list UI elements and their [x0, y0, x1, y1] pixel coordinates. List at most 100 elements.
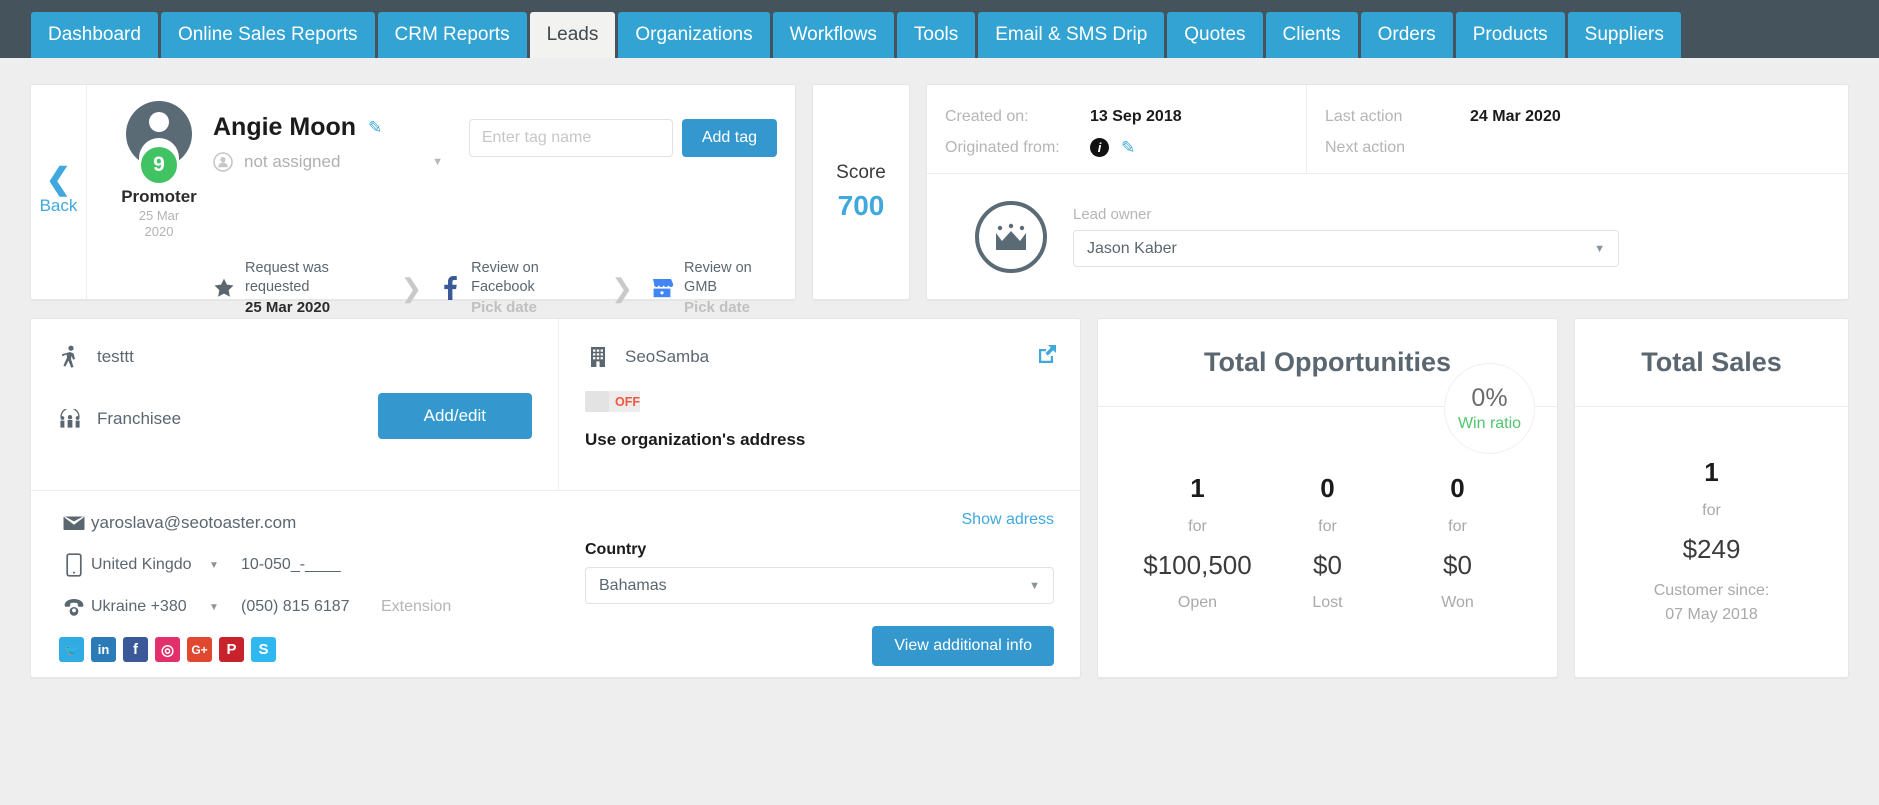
- landline-number-value[interactable]: (050) 815 6187: [241, 598, 381, 616]
- instagram-icon[interactable]: ◎: [155, 637, 180, 662]
- review-item[interactable]: Request was requested 25 Mar 2020: [213, 259, 383, 318]
- nav-tab-crm-reports[interactable]: CRM Reports: [377, 12, 527, 58]
- linkedin-icon[interactable]: in: [91, 637, 116, 662]
- nav-tab-products[interactable]: Products: [1455, 12, 1565, 58]
- organization-section: SeoSamba OFF Use organization's address: [559, 319, 1080, 490]
- use-org-address-caption: Use organization's address: [585, 430, 806, 449]
- total-sales-metrics: 1 for $249 Customer since: 07 May 2018: [1575, 407, 1848, 677]
- review-title: Review on Facebook: [471, 259, 539, 296]
- originated-from-label: Originated from:: [945, 138, 1060, 156]
- edit-name-pencil-icon[interactable]: ✎: [368, 118, 382, 138]
- add-tag-button[interactable]: Add tag: [681, 119, 777, 157]
- organization-row: SeoSamba: [585, 345, 1054, 369]
- address-section: Show adress Country Bahamas ▼ View addit…: [559, 491, 1080, 677]
- email-value[interactable]: yaroslava@seotoaster.com: [91, 513, 296, 533]
- review-value[interactable]: Pick date: [684, 299, 750, 316]
- nav-tab-quotes[interactable]: Quotes: [1167, 12, 1263, 58]
- role-section: testtt Franchisee Add/edit: [31, 319, 559, 490]
- chevron-left-icon: ❮: [45, 163, 72, 196]
- pinterest-icon[interactable]: P: [219, 637, 244, 662]
- nav-tab-organizations[interactable]: Organizations: [618, 12, 770, 58]
- review-value[interactable]: 25 Mar 2020: [245, 299, 330, 316]
- top-row: ❮ Back 9 Promoter 25 Mar 2020 Angie Moon…: [30, 84, 1849, 316]
- lead-owner-label: Lead owner: [1073, 206, 1152, 223]
- opportunity-count: 0: [1320, 472, 1335, 503]
- lead-owner-select[interactable]: Jason Kaber ▼: [1073, 230, 1619, 267]
- nav-tab-clients[interactable]: Clients: [1265, 12, 1358, 58]
- nav-tab-leads[interactable]: Leads: [529, 12, 616, 58]
- last-action-value: 24 Mar 2020: [1470, 107, 1561, 125]
- chevron-down-icon: ▼: [432, 156, 443, 168]
- lead-owner-value: Jason Kaber: [1087, 239, 1177, 257]
- nav-tab-suppliers[interactable]: Suppliers: [1567, 12, 1681, 58]
- nav-tab-email-sms-drip[interactable]: Email & SMS Drip: [978, 12, 1165, 58]
- nav-tab-orders[interactable]: Orders: [1360, 12, 1453, 58]
- details-bottom-section: yaroslava@seotoaster.com United Kingdo ▼…: [31, 491, 1080, 677]
- opportunity-status: Open: [1177, 593, 1218, 611]
- assign-user-icon: [213, 152, 233, 172]
- view-additional-info-button[interactable]: View additional info: [872, 626, 1054, 666]
- use-org-address-toggle[interactable]: OFF: [585, 391, 640, 412]
- building-icon: [585, 345, 611, 369]
- main-navigation: Dashboard Online Sales Reports CRM Reports…: [0, 0, 1879, 58]
- telephone-icon: [57, 597, 91, 617]
- promoter-label: Promoter: [121, 187, 197, 206]
- nav-tab-dashboard[interactable]: Dashboard: [31, 12, 158, 58]
- mobile-number-value[interactable]: 10-050_-____: [241, 556, 381, 574]
- next-action-label: Next action: [1325, 138, 1406, 156]
- opportunity-status: Won: [1441, 593, 1474, 611]
- country-select[interactable]: Bahamas ▼: [585, 567, 1054, 604]
- chevron-down-icon: ▼: [209, 559, 219, 571]
- tag-name-input[interactable]: [468, 119, 673, 157]
- meta-top-section: Created on: 13 Sep 2018 Originated from:…: [927, 85, 1848, 174]
- review-item[interactable]: Review on GMB Pick date: [650, 259, 777, 318]
- opportunity-column: 0 for $0 Lost: [1263, 473, 1393, 612]
- open-organization-external-icon[interactable]: [1036, 343, 1058, 370]
- nav-tab-online-sales-reports[interactable]: Online Sales Reports: [160, 12, 375, 58]
- created-on-value: 13 Sep 2018: [1090, 107, 1182, 125]
- lead-profile-card: ❮ Back 9 Promoter 25 Mar 2020 Angie Moon…: [30, 84, 796, 316]
- opportunity-amount: $100,500: [1143, 549, 1252, 580]
- landline-phone-row: Ukraine +380 ▼ (050) 815 6187 Extension: [57, 597, 533, 617]
- customer-since-date: 07 May 2018: [1665, 606, 1758, 623]
- opportunity-count: 0: [1450, 472, 1465, 503]
- assignee-selector[interactable]: not assigned ▼: [213, 152, 443, 172]
- skype-icon[interactable]: S: [251, 637, 276, 662]
- details-top-section: testtt Franchisee Add/edit SeoSamba OFF …: [31, 319, 1080, 491]
- social-links-row: 🐦 in f ◎ G+ P S: [57, 637, 533, 662]
- promoter-date: 25 Mar 2020: [138, 208, 180, 240]
- total-opportunities-card: Total Opportunities 0% Win ratio 1 for $10…: [1097, 318, 1558, 678]
- nav-tab-tools[interactable]: Tools: [896, 12, 976, 58]
- facebook-icon[interactable]: f: [123, 637, 148, 662]
- mobile-country-select[interactable]: United Kingdo ▼: [91, 556, 241, 574]
- landline-country-select[interactable]: Ukraine +380 ▼: [91, 598, 241, 616]
- total-sales-card: Total Sales 1 for $249 Customer since: 0…: [1574, 318, 1849, 678]
- profile-main-row: 9 Promoter 25 Mar 2020 Angie Moon ✎ not …: [105, 101, 777, 241]
- last-action-row: Last action 24 Mar 2020: [1325, 101, 1848, 132]
- back-button[interactable]: ❮ Back: [31, 85, 87, 299]
- landline-extension-placeholder[interactable]: Extension: [381, 598, 451, 616]
- chevron-down-icon: ▼: [1029, 579, 1040, 592]
- review-text-block: Review on Facebook Pick date: [471, 259, 594, 318]
- chevron-right-icon: ❯: [611, 272, 634, 303]
- review-value[interactable]: Pick date: [471, 299, 537, 316]
- review-item[interactable]: Review on Facebook Pick date: [439, 259, 594, 318]
- edit-origin-pencil-icon[interactable]: ✎: [1121, 138, 1135, 158]
- google-plus-icon[interactable]: G+: [187, 637, 212, 662]
- facebook-icon: [439, 276, 461, 301]
- toggle-knob: [585, 391, 609, 412]
- avatar-column: 9 Promoter 25 Mar 2020: [105, 101, 213, 241]
- creation-info: Created on: 13 Sep 2018 Originated from:…: [927, 85, 1307, 173]
- show-address-link[interactable]: Show adress: [585, 511, 1055, 529]
- customer-since: Customer since: 07 May 2018: [1654, 579, 1770, 627]
- add-edit-button[interactable]: Add/edit: [377, 393, 532, 439]
- role-row: testtt: [57, 345, 532, 369]
- total-sales-title: Total Sales: [1575, 319, 1848, 407]
- twitter-icon[interactable]: 🐦: [59, 637, 84, 662]
- opportunity-for-word: for: [1448, 517, 1467, 535]
- win-ratio-badge: 0% Win ratio: [1444, 363, 1535, 454]
- nav-tab-workflows[interactable]: Workflows: [772, 12, 894, 58]
- chevron-right-icon: ❯: [400, 272, 423, 303]
- info-icon[interactable]: i: [1090, 138, 1109, 157]
- bottom-row: testtt Franchisee Add/edit SeoSamba OFF …: [30, 318, 1849, 678]
